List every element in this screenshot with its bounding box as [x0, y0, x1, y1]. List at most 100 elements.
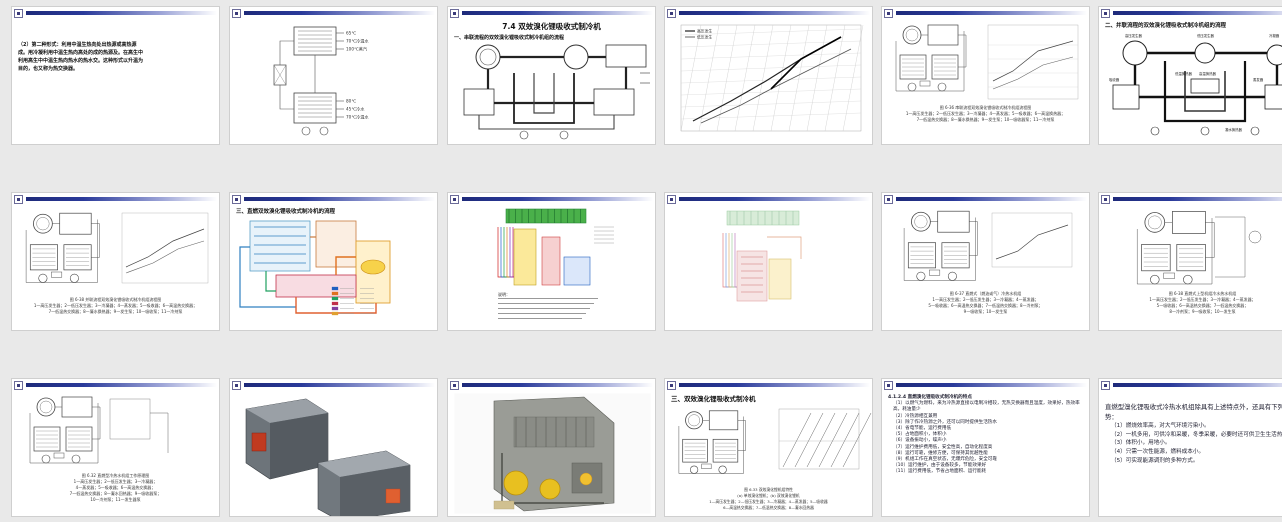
- faded-color-diagram: [722, 210, 802, 302]
- header-gradient-bar: [244, 383, 435, 387]
- series-machine-schematic: [895, 24, 1079, 100]
- header-gradient-bar: [244, 197, 435, 201]
- bullet-item: （1）以燃气为燃料，来为冷热源直接以电制冷相较，无热交换器而且温度，效果好，热效…: [893, 401, 1080, 413]
- diagram-label: 蒸发器: [1253, 77, 1264, 82]
- header-gradient-bar: [896, 197, 1087, 201]
- slide-thumbnail-13[interactable]: 图 6.32 直燃型冷热水机组工作原理图 1—高压发生器；2—低压发生器；3—冷凝…: [11, 378, 220, 517]
- figure-caption-line: 9—吸收泵；10—发生泵: [963, 309, 1008, 314]
- parallel-flow-diagram: 高压发生器 低压发生器 冷凝器蒸发器 吸收器 低温换热器 高温换热器凝水换热器: [1109, 33, 1282, 136]
- slide-content: [671, 207, 866, 326]
- header-square-icon: [450, 381, 459, 390]
- header-square-icon: [667, 9, 676, 18]
- slide-header-bar: [450, 195, 653, 204]
- slide-thumbnail-7[interactable]: 图 6-38 并联流程双效溴化锂吸收式制冷机组流程图 1—高压发生器；2—低压发生…: [11, 192, 220, 331]
- chiller-photo: [245, 398, 411, 516]
- figure-caption-line: 10—冷剂泵；11—发生器泵: [90, 497, 141, 502]
- figure-caption-line: 6—高温热交换器；7—低温热交换器；8—凝水回热器: [723, 505, 814, 510]
- slide-header-bar: [1101, 195, 1282, 204]
- header-gradient-bar: [462, 197, 653, 201]
- header-square-icon: [14, 9, 23, 18]
- slide-content: 图 6-36 串联流程双效溴化锂吸收式制冷机组流程图 1—高压发生器；2—低压发生…: [888, 21, 1083, 140]
- bullet-item: 直燃型溴化锂吸收式冷热水机组除具有上述特点外，还具有下列优势：: [1105, 403, 1282, 421]
- bullet-item: （3）体积小，用地小。: [1111, 440, 1171, 447]
- header-square-icon: [14, 195, 23, 204]
- slide-header-bar: [232, 195, 435, 204]
- slide-thumbnail-3[interactable]: 7.4 双效溴化锂吸收式制冷机 一、串联流程的双效溴化锂吸收式制冷机组的流程: [447, 6, 656, 145]
- diagram-label: 70℃冷温水: [346, 38, 369, 45]
- slide-header-bar: [667, 195, 870, 204]
- header-square-icon: [1101, 195, 1110, 204]
- header-square-icon: [884, 381, 893, 390]
- slide-content: 直燃型溴化锂吸收式冷热水机组除具有上述特点外，还具有下列优势： （1）燃烧效率高，…: [1105, 393, 1282, 512]
- slide-thumbnail-18[interactable]: 直燃型溴化锂吸收式冷热水机组除具有上述特点外，还具有下列优势： （1）燃烧效率高，…: [1098, 378, 1282, 517]
- header-gradient-bar: [1113, 11, 1282, 15]
- diagram-label: 冷凝器: [1269, 33, 1280, 38]
- header-square-icon: [1101, 9, 1110, 18]
- slide-thumbnail-11[interactable]: 图 6-37 直燃式（燃油或气）冷热水机组 1—高压发生器；2—低压发生器；3—冷…: [881, 192, 1090, 331]
- slide-content: 三、直燃双效溴化锂吸收式制冷机的流程: [236, 207, 431, 326]
- diagram-label: 45℃冷水: [346, 106, 365, 113]
- slide-thumbnail-10[interactable]: [664, 192, 873, 331]
- slide-thumbnail-6[interactable]: 二、并联流程的双效溴化锂吸收式制冷机组的流程 高压发生器 低压发生器 冷凝器 蒸发器 吸收…: [1098, 6, 1282, 145]
- slide-header-bar: [884, 195, 1087, 204]
- header-square-icon: [884, 9, 893, 18]
- bullet-item: （11）运行费用低，节省占地面积、运行能耗: [893, 469, 987, 475]
- figure-caption-line: 7—低温热交换器；8—凝水换热器；9—发生泵；10—吸收器泵；11—冷剂泵: [916, 117, 1055, 122]
- slide-thumbnail-14[interactable]: [229, 378, 438, 517]
- header-square-icon: [667, 381, 676, 390]
- slide-header-bar: [667, 9, 870, 18]
- slide-thumbnail-2[interactable]: 65℃ 70℃冷温水 100℃蒸汽 80℃ 45℃冷水 70℃冷温水: [229, 6, 438, 145]
- slide-thumbnail-15[interactable]: [447, 378, 656, 517]
- figure-caption-line: 8—冷剂泵；9—吸收泵；10—发生泵: [1169, 309, 1236, 314]
- slide-header-bar: [450, 9, 653, 18]
- machine-photo: [453, 392, 652, 515]
- slide-text: 目的，也又称为热交换器。: [18, 66, 79, 72]
- enthalpy-concentration-chart: 高压发生低压发生: [680, 24, 864, 132]
- slide-content: [453, 392, 652, 515]
- header-gradient-bar: [462, 383, 653, 387]
- diagram-label: 高温换热器: [1199, 71, 1217, 76]
- slide-thumbnail-8[interactable]: 三、直燃双效溴化锂吸收式制冷机的流程: [229, 192, 438, 331]
- header-square-icon: [667, 195, 676, 204]
- header-gradient-bar: [26, 383, 217, 387]
- diagram-label: 80℃: [346, 99, 356, 104]
- slide-title: 三、双效溴化锂吸收式制冷机: [671, 395, 756, 403]
- series-flow-diagram: [463, 44, 650, 140]
- figure-caption-line: 7—低温热交换器；8—凝水换热器；9—发生泵；10—吸收泵；11—冷剂泵: [48, 309, 183, 314]
- slide-title: 三、直燃双效溴化锂吸收式制冷机的流程: [236, 209, 336, 215]
- slide-content: （2）第二种形式：利用中温生热向处出热源或高热源 成。用冷凝利用中温生热向高处的成…: [18, 21, 213, 140]
- slide-content: 图 6-38 并联流程双效溴化锂吸收式制冷机组流程图 1—高压发生器；2—低压发生…: [18, 207, 213, 326]
- slide-content: 65℃ 70℃冷温水 100℃蒸汽 80℃ 45℃冷水 70℃冷温水: [236, 21, 431, 140]
- notes-line: [498, 308, 590, 310]
- header-gradient-bar: [896, 11, 1087, 15]
- slide-header-bar: [1101, 9, 1282, 18]
- slide-content: [236, 393, 431, 516]
- slide-content: 二、并联流程的双效溴化锂吸收式制冷机组的流程 高压发生器 低压发生器 冷凝器 蒸发器 吸收…: [1105, 21, 1282, 140]
- diagram-label: 凝水换热器: [1225, 127, 1243, 132]
- slide-subtitle: 一、串联流程的双效溴化锂吸收式制冷机组的流程: [454, 35, 565, 41]
- slide-content: 高压发生 低压发生: [671, 21, 866, 140]
- slide-content: 图 6-37 直燃式（燃油或气）冷热水机组 1—高压发生器；2—低压发生器；3—冷…: [888, 207, 1083, 326]
- slide-thumbnail-12[interactable]: 图 6-38 直燃式上型机组冷水热水机组 1—高压发生器；2—低压发生器；3—冷凝…: [1098, 192, 1282, 331]
- diagram-label: 高压发生: [697, 29, 712, 34]
- slide-thumbnail-16[interactable]: 三、双效溴化锂吸收式制冷机图 6.33 双效溴化锂机组特性 (a) 单效溴化锂机；…: [664, 378, 873, 517]
- diagram-label: 高压发生器: [1125, 33, 1143, 38]
- notes-line: [498, 313, 586, 315]
- header-gradient-bar: [896, 383, 1087, 387]
- header-gradient-bar: [679, 197, 870, 201]
- direct-fired-color-diagram: [239, 220, 391, 316]
- slide-thumbnail-4[interactable]: 高压发生 低压发生: [664, 6, 873, 145]
- slide-header-bar: [450, 381, 653, 390]
- header-square-icon: [232, 195, 241, 204]
- slide-thumbnail-17[interactable]: 4.1.2.4 直燃溴化锂吸收式制冷机的特点 （1）以燃气为燃料，来为冷热源直接以…: [881, 378, 1090, 517]
- bullet-item: （2）一机多用，可供冷和采暖，冬季采暖，必要时还可供卫生生活热水。: [1111, 431, 1282, 438]
- header-gradient-bar: [679, 11, 870, 15]
- header-gradient-bar: [1113, 383, 1282, 387]
- header-gradient-bar: [462, 11, 653, 15]
- slide-thumbnail-9[interactable]: 说明：: [447, 192, 656, 331]
- slide-header-bar: [14, 381, 217, 390]
- slide-thumbnail-1[interactable]: （2）第二种形式：利用中温生热向处出热源或高热源 成。用冷凝利用中温生热向高处的成…: [11, 6, 220, 145]
- slide-thumbnail-5[interactable]: 图 6-36 串联流程双效溴化锂吸收式制冷机组流程图 1—高压发生器；2—低压发生…: [881, 6, 1090, 145]
- slide-header-bar: [884, 381, 1087, 390]
- slide-header-bar: [667, 381, 870, 390]
